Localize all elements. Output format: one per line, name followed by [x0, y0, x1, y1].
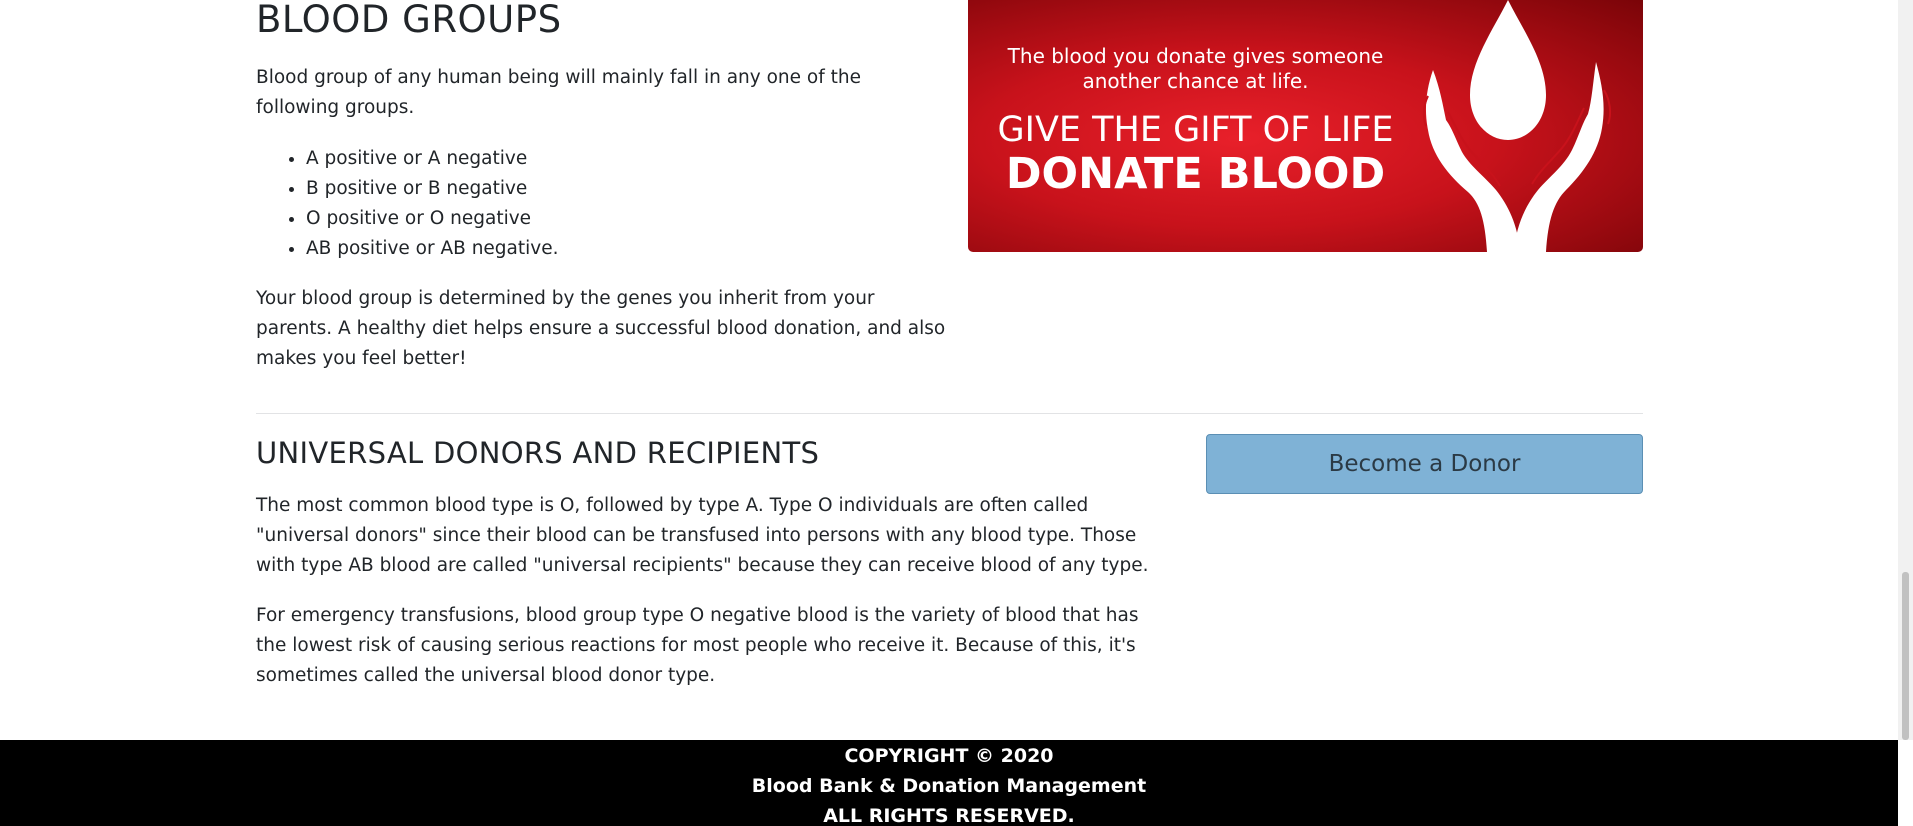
universal-donors-text: The most common blood type is O, followe…	[256, 495, 1149, 576]
footer-rights: ALL RIGHTS RESERVED.	[823, 805, 1075, 826]
vertical-scrollbar[interactable]	[1898, 0, 1913, 740]
list-item: A positive or A negative	[306, 144, 559, 174]
footer: COPYRIGHT © 2020 Blood Bank & Donation M…	[0, 740, 1898, 826]
page: BLOOD GROUPS Blood group of any human be…	[0, 0, 1913, 826]
universal-donors-heading: UNIVERSAL DONORS AND RECIPIENTS	[256, 436, 820, 470]
blood-groups-heading: BLOOD GROUPS	[256, 0, 562, 41]
list-item: AB positive or AB negative.	[306, 234, 559, 264]
scrollbar-thumb[interactable]	[1902, 572, 1909, 740]
blood-groups-list: A positive or A negative B positive or B…	[256, 144, 559, 264]
become-donor-button[interactable]: Become a Donor	[1206, 434, 1643, 494]
list-item: O positive or O negative	[306, 204, 559, 234]
banner-tagline: The blood you donate gives someone anoth…	[1007, 44, 1384, 93]
blood-groups-intro: Blood group of any human being will main…	[256, 67, 861, 118]
banner-title: DONATE BLOOD	[1005, 149, 1386, 199]
hands-blood-drop-icon	[1422, 0, 1612, 252]
blood-groups-genes-text: Your blood group is determined by the ge…	[256, 288, 946, 369]
donate-blood-banner: The blood you donate gives someone anoth…	[968, 0, 1643, 252]
banner-subtitle: GIVE THE GIFT OF LIFE	[997, 110, 1394, 150]
footer-copyright: COPYRIGHT © 2020	[844, 745, 1054, 767]
list-item: B positive or B negative	[306, 174, 559, 204]
section-divider	[256, 413, 1643, 414]
emergency-transfusions-text: For emergency transfusions, blood group …	[256, 605, 1139, 686]
footer-site-name: Blood Bank & Donation Management	[751, 775, 1147, 797]
